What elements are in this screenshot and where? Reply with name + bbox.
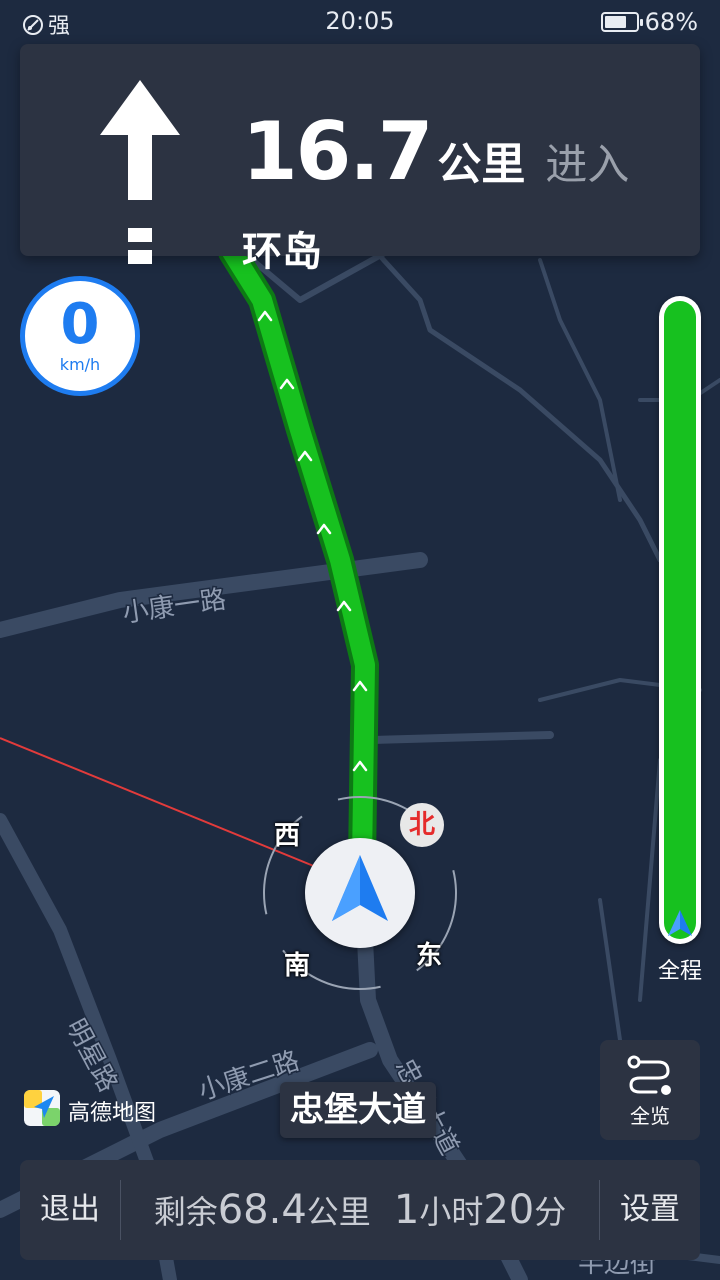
status-bar: 强 20:05 68% <box>0 0 720 44</box>
exit-button[interactable]: 退出 <box>20 1160 120 1260</box>
overview-button[interactable]: 全览 <box>600 1040 700 1140</box>
distance-unit: 公里 <box>437 139 526 190</box>
remaining-prefix: 剩余 <box>153 1193 218 1231</box>
turn-guidance-panel[interactable]: 16.7 公里 进入 环岛 <box>20 44 700 275</box>
next-road-name: 环岛 <box>242 229 322 275</box>
overview-label: 全览 <box>630 1104 670 1128</box>
compass-east: 东 <box>416 941 443 971</box>
bottom-bar: 退出 剩余68.4公里 1小时20分 设置 <box>20 1160 700 1260</box>
route-progress-label: 全程 <box>657 959 702 984</box>
route-icon <box>627 1055 671 1095</box>
remaining-distance-unit: 公里 <box>306 1193 371 1231</box>
battery-indicator: 68% <box>600 8 698 36</box>
speedometer: 0 km/h <box>20 276 140 396</box>
distance-row: 16.7 公里 进入 <box>242 112 629 192</box>
remaining-info: 剩余68.4公里 1小时20分 <box>120 1160 600 1260</box>
route-progress-fill <box>664 301 696 939</box>
navigation-route <box>222 242 375 870</box>
remaining-hours: 1 <box>393 1187 420 1233</box>
settings-button[interactable]: 设置 <box>600 1160 700 1260</box>
amap-logo-text: 高德地图 <box>68 1101 157 1126</box>
distance-value: 16.7 <box>242 105 433 198</box>
car-position-icon <box>668 910 692 936</box>
compass-west: 西 <box>274 821 301 851</box>
speed-value: 0 <box>60 292 100 357</box>
speed-unit: km/h <box>59 355 101 374</box>
remaining-minutes: 20 <box>483 1187 535 1233</box>
battery-icon <box>600 12 643 32</box>
remaining-hours-unit: 小时 <box>419 1193 484 1231</box>
compass-south: 南 <box>284 951 311 981</box>
remaining-distance: 68.4 <box>217 1187 307 1233</box>
amap-logo-icon <box>24 1090 60 1126</box>
route-progress-bar[interactable] <box>659 296 701 944</box>
remaining-minutes-unit: 分 <box>534 1193 567 1231</box>
compass-north: 北 <box>400 803 444 847</box>
maneuver-action: 进入 <box>545 140 630 189</box>
battery-percent: 68% <box>644 8 698 36</box>
compass[interactable]: 西 北 南 东 <box>260 795 460 995</box>
current-road-name: 忠堡大道 <box>280 1082 436 1138</box>
straight-arrow-icon <box>100 80 180 264</box>
current-location-arrow-icon <box>332 855 388 921</box>
